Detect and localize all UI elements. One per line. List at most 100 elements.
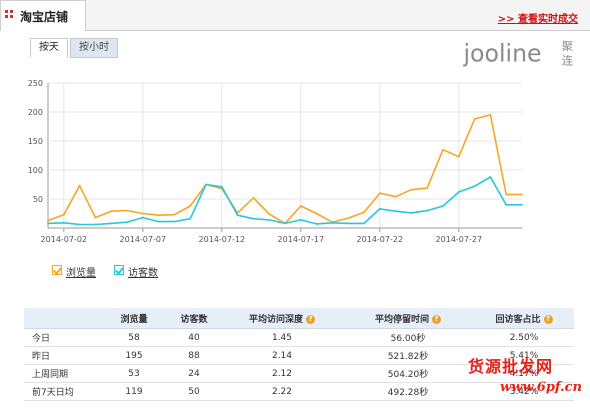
tab-by-day[interactable]: 按天 bbox=[30, 38, 68, 58]
brand-watermark: 货源批发网 bbox=[468, 357, 554, 376]
grid-icon bbox=[5, 10, 14, 19]
data-point bbox=[505, 203, 508, 206]
data-point bbox=[173, 213, 176, 216]
data-point bbox=[394, 195, 397, 198]
data-point bbox=[489, 114, 492, 116]
data-point bbox=[473, 185, 476, 188]
cell-return-rate: 2.50% bbox=[474, 328, 574, 347]
tab-by-hour[interactable]: 按小时 bbox=[70, 38, 118, 58]
x-tick-label: 2014-07-22 bbox=[357, 235, 404, 244]
data-point bbox=[299, 205, 302, 207]
col-header-avg-time: 平均停留时间? bbox=[342, 308, 474, 329]
col-header-return-rate: 回访客占比? bbox=[474, 308, 574, 329]
x-axis-ticks: 2014-07-02 2014-07-07 2014-07-12 2014-07-17… bbox=[41, 228, 482, 244]
data-point bbox=[126, 221, 128, 224]
data-point bbox=[94, 216, 97, 219]
data-point bbox=[126, 209, 128, 212]
data-point bbox=[347, 222, 350, 225]
series-visitors-line bbox=[47, 176, 522, 226]
col-header-blank bbox=[24, 308, 102, 329]
cell-visitors: 24 bbox=[166, 364, 222, 383]
data-point bbox=[457, 191, 460, 193]
data-point bbox=[268, 218, 271, 221]
row-label: 昨日 bbox=[24, 346, 102, 365]
data-point bbox=[315, 212, 318, 215]
y-tick-label: 100 bbox=[28, 166, 43, 175]
x-tick-label: 2014-07-02 bbox=[41, 235, 88, 244]
data-point bbox=[442, 148, 444, 151]
cell-visitors: 50 bbox=[166, 382, 222, 401]
data-point bbox=[157, 220, 160, 223]
data-point bbox=[521, 193, 523, 196]
shop-tab[interactable]: 淘宝店铺 bbox=[0, 0, 86, 31]
shop-title: 淘宝店铺 bbox=[20, 10, 69, 24]
row-label: 上周同期 bbox=[24, 364, 102, 383]
cell-pageviews: 58 bbox=[102, 328, 166, 347]
data-point bbox=[78, 184, 81, 187]
data-point bbox=[457, 155, 460, 158]
series-pageviews-line bbox=[47, 114, 522, 225]
data-point bbox=[394, 210, 397, 213]
data-point bbox=[47, 219, 49, 222]
cell-pageviews: 53 bbox=[102, 364, 166, 383]
y-tick-label: 50 bbox=[33, 195, 43, 204]
col-header-visitors: 访客数 bbox=[166, 308, 222, 329]
data-point bbox=[94, 223, 97, 226]
data-point bbox=[62, 221, 65, 224]
table-header-row: 浏览量 访客数 平均访问深度? 平均停留时间? 回访客占比? bbox=[24, 308, 574, 329]
help-icon[interactable]: ? bbox=[306, 314, 315, 324]
visitors-checkbox[interactable] bbox=[114, 265, 124, 275]
cell-avg-time: 56.00秒 bbox=[342, 328, 474, 347]
data-point bbox=[141, 212, 144, 215]
pageviews-checkbox[interactable] bbox=[52, 265, 62, 275]
help-icon[interactable]: ? bbox=[543, 314, 553, 324]
help-icon[interactable]: ? bbox=[432, 314, 441, 324]
data-point bbox=[157, 214, 160, 217]
data-point bbox=[442, 205, 444, 207]
data-point bbox=[189, 217, 192, 220]
data-point bbox=[141, 216, 144, 219]
data-point bbox=[189, 205, 192, 207]
x-tick-label: 2014-07-17 bbox=[278, 235, 325, 244]
data-point bbox=[473, 118, 476, 120]
cell-avg-depth: 2.22 bbox=[222, 382, 342, 401]
data-point bbox=[426, 209, 429, 212]
data-point bbox=[252, 217, 255, 220]
data-point bbox=[284, 222, 286, 225]
y-axis-ticks: 50 100 150 200 250 bbox=[28, 79, 43, 204]
y-tick-label: 200 bbox=[28, 108, 43, 117]
data-point bbox=[347, 217, 350, 220]
y-tick-label: 250 bbox=[28, 79, 43, 88]
x-tick-label: 2014-07-07 bbox=[120, 235, 167, 244]
data-point bbox=[410, 188, 413, 191]
cell-avg-depth: 2.14 bbox=[222, 346, 342, 365]
table-row: 前7天日均 119 50 2.22 492.28秒 3.42% bbox=[24, 382, 574, 401]
jooline-logo: jooline 聚连 bbox=[463, 39, 574, 68]
cell-avg-depth: 2.12 bbox=[222, 364, 342, 383]
data-point bbox=[505, 193, 508, 196]
data-point bbox=[110, 222, 113, 225]
legend-pageviews-label: 浏览量 bbox=[66, 268, 96, 279]
view-realtime-link[interactable]: >> 查看实时成交 bbox=[498, 10, 578, 25]
data-point bbox=[489, 176, 492, 178]
traffic-line-chart: 50100150200250 2014-07-02 2014-07-07 2014-… bbox=[28, 79, 523, 244]
cell-visitors: 40 bbox=[166, 328, 222, 347]
data-point bbox=[410, 212, 413, 214]
data-point bbox=[110, 210, 113, 213]
data-point bbox=[78, 223, 81, 226]
svg-text:聚连: 聚连 bbox=[562, 39, 574, 67]
cell-avg-time: 504.20秒 bbox=[342, 364, 474, 383]
cell-avg-time: 492.28秒 bbox=[342, 382, 474, 401]
data-point bbox=[315, 223, 318, 225]
data-point bbox=[220, 185, 223, 188]
data-point bbox=[47, 222, 49, 225]
url-watermark: www.6pf.cn bbox=[500, 380, 582, 395]
svg-text:jooline: jooline bbox=[463, 40, 542, 68]
cell-pageviews: 119 bbox=[102, 382, 166, 401]
legend-visitors-label: 访客数 bbox=[128, 268, 158, 279]
col-header-avg-depth: 平均访问深度? bbox=[222, 308, 342, 329]
data-point bbox=[236, 214, 239, 217]
data-point bbox=[521, 203, 523, 206]
data-point bbox=[378, 192, 381, 195]
data-point bbox=[378, 207, 381, 210]
